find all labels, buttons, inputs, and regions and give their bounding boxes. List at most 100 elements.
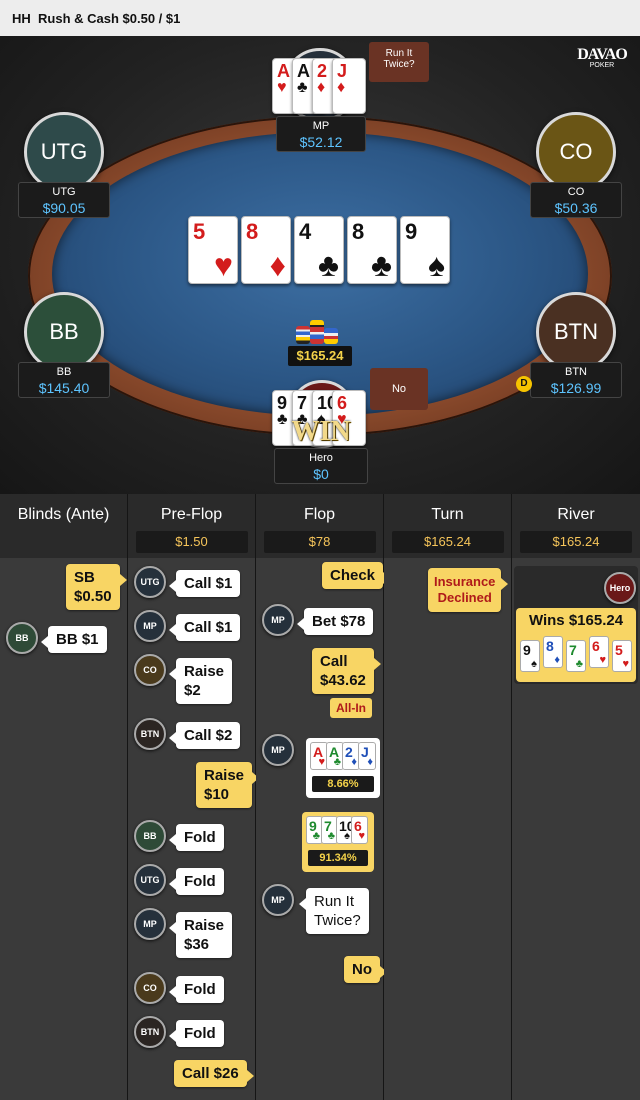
flop-mp-rit: Run It Twice? (299, 888, 369, 934)
seat-hero-label: Hero (309, 452, 333, 464)
flop-mp-bet: Bet $78 (296, 608, 374, 635)
flop-hero-equity-box: 9 ♣ 7 ♣ 10 ♠ 6 ♥ 91.34% (302, 812, 374, 872)
board-card: 4 ♣ (294, 216, 344, 284)
col-turn: Insurance Declined (384, 558, 512, 1100)
preflop-action: Fold (169, 824, 224, 851)
card-suit-icon: ♠ (531, 658, 537, 670)
card-suit-icon: ♦ (269, 247, 286, 283)
preflop-action: Call $2 (168, 722, 241, 749)
river-card: 7 ♣ (566, 640, 586, 672)
seat-btn-avatar[interactable]: BTN (536, 292, 616, 372)
col-flop: Check MP Bet $78 Call $43.62 All-In MP A… (256, 558, 391, 1100)
col-header-turn: Turn $165.24 (384, 494, 512, 558)
hero-action-bubble: No (370, 368, 428, 410)
seat-co-plate: CO $50.36 (530, 182, 622, 218)
river-card: 6 ♥ (589, 636, 609, 668)
card-suit-icon: ♦ (351, 756, 357, 768)
preflop-hero-action: Call $26 (174, 1060, 254, 1087)
seat-hero-stack: $0 (313, 466, 329, 482)
flop-hero-call: Call $43.62 (312, 648, 381, 694)
mini-card: 6 ♥ (351, 816, 368, 844)
col-header-preflop-pot: $1.50 (135, 531, 248, 553)
preflop-player-badge: CO (134, 654, 166, 686)
card-suit-icon: ♣ (371, 247, 392, 283)
preflop-player-badge: UTG (134, 864, 166, 896)
card-suit-icon: ♥ (277, 79, 287, 96)
seat-utg-avatar[interactable]: UTG (24, 112, 104, 192)
preflop-action: Call $1 (168, 570, 241, 597)
preflop-player-badge: BTN (134, 1016, 166, 1048)
card-rank: 9 (405, 219, 418, 244)
preflop-player-badge: BTN (134, 718, 166, 750)
card-rank: 8 (246, 219, 259, 244)
seat-bb-plate: BB $145.40 (18, 362, 110, 398)
preflop-action: Raise $2 (168, 658, 233, 704)
col-preflop: UTG Call $1 MP Call $1 CO Raise $2 BTN Call $2 R… (128, 558, 260, 1100)
mp-action-bubble: Run It Twice? (369, 42, 429, 82)
col-header-preflop-name: Pre-Flop (160, 506, 223, 523)
preflop-action: Fold (169, 976, 224, 1003)
seat-bb-stack: $145.40 (38, 380, 90, 396)
chip-stack-icon (292, 318, 344, 346)
card-rank: 4 (299, 219, 312, 244)
dealer-button-icon: D (516, 376, 532, 392)
card-suit-icon: ♣ (327, 830, 335, 842)
mp-hole-cards: A ♥ A ♣ 2 ♦ J ♦ (272, 58, 372, 118)
col-header-river-pot: $165.24 (520, 531, 632, 553)
hand-header: HH Rush & Cash $0.50 / $1 (0, 0, 640, 36)
flop-hero-check: Check (322, 562, 391, 589)
preflop-player-badge: MP (134, 610, 166, 642)
river-card: 5 ♥ (612, 640, 632, 672)
flop-mp-equity: 8.66% (312, 776, 374, 792)
flop-hero-cards: 9 ♣ 7 ♣ 10 ♠ 6 ♥ (306, 816, 370, 846)
seat-bb-avatar[interactable]: BB (24, 292, 104, 372)
seat-co-avatar[interactable]: CO (536, 112, 616, 192)
card-suit-icon: ♠ (344, 830, 350, 842)
seat-bb-circle-label: BB (49, 319, 79, 344)
seat-btn-plate: BTN $126.99 (530, 362, 622, 398)
hole-card: J ♦ (332, 58, 366, 114)
card-suit-icon: ♦ (367, 756, 373, 768)
flop-all-in-tag: All-In (330, 698, 372, 718)
blinds-bb-badge: BB (6, 622, 38, 654)
board-card: 8 ♦ (241, 216, 291, 284)
preflop-player-badge: MP (134, 908, 166, 940)
seat-co-label: CO (567, 186, 585, 198)
turn-insurance-declined: Insurance Declined (428, 568, 509, 612)
col-blinds: SB $0.50 BB BB $1 (0, 558, 128, 1100)
seat-utg-circle-label: UTG (40, 139, 88, 164)
preflop-action: Fold (169, 868, 224, 895)
col-header-flop: Flop $78 (256, 494, 384, 558)
hand-title: Rush & Cash $0.50 / $1 (38, 11, 181, 26)
board-card: 5 ♥ (188, 216, 238, 284)
flop-mp-show-badge: MP (262, 734, 294, 766)
col-header-flop-name: Flop (303, 506, 336, 523)
card-suit-icon: ♦ (554, 654, 560, 666)
card-suit-icon: ♦ (317, 79, 326, 96)
hand-prefix: HH (12, 11, 31, 26)
flop-hero-no: No (344, 956, 387, 983)
card-rank: 5 (193, 219, 206, 244)
seat-co-stack: $50.36 (554, 200, 598, 216)
flop-mp-rit-badge: MP (262, 884, 294, 916)
col-header-preflop: Pre-Flop $1.50 (128, 494, 256, 558)
card-suit-icon: ♥ (318, 756, 325, 768)
seat-mp-stack: $52.12 (299, 134, 343, 150)
card-suit-icon: ♣ (318, 247, 339, 283)
seat-mp-plate: MP $52.12 (276, 116, 366, 152)
seat-bb-label: BB (56, 366, 72, 378)
seat-utg-label: UTG (52, 186, 76, 198)
blinds-bb-action: BB $1 (41, 626, 107, 653)
poker-table-view: DAVAO POKER A ♥ A ♣ 2 ♦ J ♦ MP $52.12 Run It Tw… (0, 36, 640, 494)
card-suit-icon: ♠ (428, 247, 445, 283)
card-rank: 8 (352, 219, 365, 244)
card-suit-icon: ♥ (358, 830, 365, 842)
preflop-player-badge: UTG (134, 566, 166, 598)
seat-hero-plate: Hero $0 (274, 448, 368, 484)
card-rank: 7 (569, 642, 577, 658)
card-suit-icon: ♣ (297, 79, 308, 96)
preflop-player-badge: CO (134, 972, 166, 1004)
card-suit-icon: ♣ (333, 756, 341, 768)
col-header-flop-pot: $78 (263, 531, 376, 553)
preflop-action: Call $1 (168, 614, 241, 641)
